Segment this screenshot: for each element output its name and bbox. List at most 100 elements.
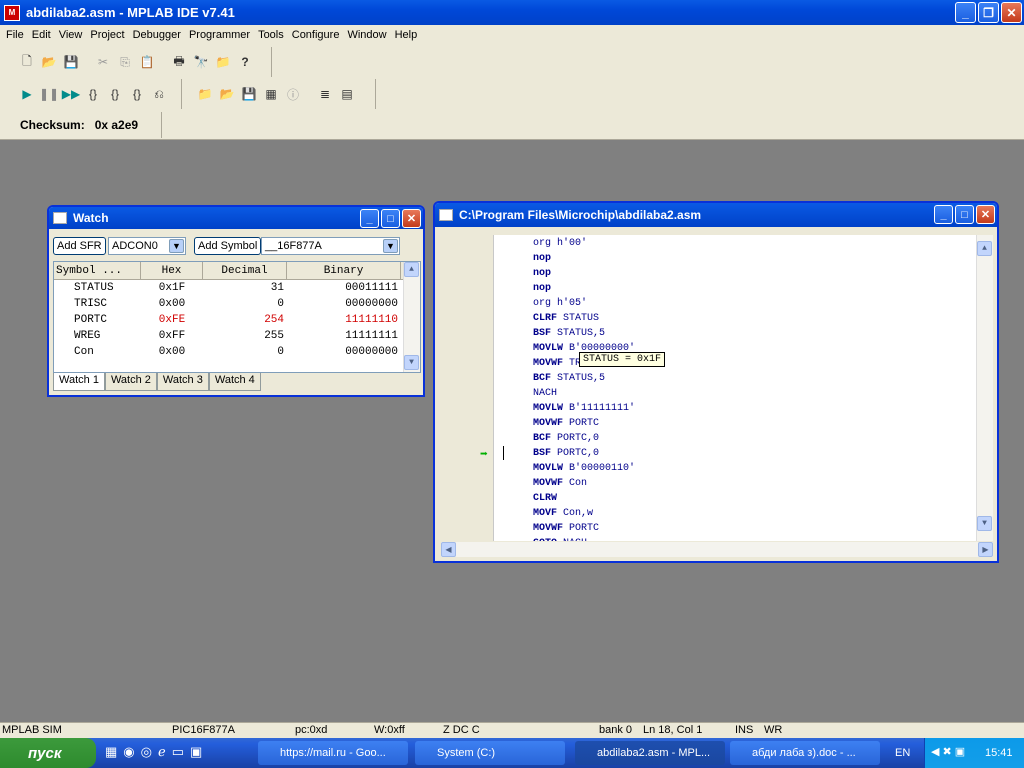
menu-debugger[interactable]: Debugger (129, 29, 185, 41)
start-button[interactable]: пуск (0, 738, 96, 768)
show-desktop-icon[interactable]: ▦ (105, 744, 117, 760)
save-project-icon[interactable]: 💾 (240, 85, 258, 103)
scroll-track[interactable] (977, 256, 993, 516)
code-line[interactable]: org h'00' (533, 236, 587, 251)
code-line[interactable]: MOVWF PORTC (533, 416, 599, 431)
close-button[interactable]: ✕ (1001, 2, 1022, 23)
step-out-icon[interactable]: {} (128, 85, 146, 103)
col-decimal[interactable]: Decimal (203, 262, 287, 279)
add-sfr-button[interactable]: Add SFR (53, 237, 106, 255)
editor-maximize-button[interactable]: □ (955, 205, 974, 224)
app-icon[interactable]: ▣ (190, 744, 202, 760)
media-player-icon[interactable]: ◎ (141, 744, 152, 760)
scroll-down-icon[interactable]: ▼ (404, 355, 419, 370)
cut-icon[interactable]: ✂ (94, 53, 112, 71)
open-file-icon[interactable]: 📂 (40, 53, 58, 71)
code-line[interactable]: org h'05' (533, 296, 587, 311)
add-symbol-button[interactable]: Add Symbol (194, 237, 262, 255)
code-line[interactable]: BSF STATUS,5 (533, 326, 605, 341)
open-project-icon[interactable]: 📂 (218, 85, 236, 103)
minimize-button[interactable]: _ (955, 2, 976, 23)
code-line[interactable]: BCF PORTC,0 (533, 431, 599, 446)
watch-minimize-button[interactable]: _ (360, 209, 379, 228)
menu-project[interactable]: Project (86, 29, 128, 41)
code-line[interactable]: CLRW (533, 491, 563, 506)
table-row[interactable]: WREG 0xFF 255 11111111 (54, 328, 420, 344)
new-file-icon[interactable]: 🗋 (18, 53, 36, 71)
menu-file[interactable]: File (2, 29, 28, 41)
run-icon[interactable]: ▶ (18, 85, 36, 103)
code-line[interactable]: BSF PORTC,0 (533, 446, 599, 461)
code-line[interactable]: BCF STATUS,5 (533, 371, 605, 386)
tab-watch-2[interactable]: Watch 2 (104, 373, 157, 391)
code-line[interactable]: nop (533, 266, 557, 281)
table-row[interactable]: STATUS 0x1F 31 00011111 (54, 280, 420, 296)
sfr-select[interactable]: ADCON0 ▼ (108, 237, 186, 255)
task-explorer[interactable]: System (C:) (415, 741, 565, 765)
build-icon[interactable]: ▦ (262, 85, 280, 103)
tab-watch-1[interactable]: Watch 1 (53, 373, 105, 391)
find-in-files-icon[interactable]: 📁 (214, 53, 232, 71)
code-line[interactable]: MOVLW B'00000110' (533, 461, 635, 476)
task-word[interactable]: абди лаба з).doc - ... (730, 741, 880, 765)
watch-close-button[interactable]: ✕ (402, 209, 421, 228)
menu-help[interactable]: Help (391, 29, 422, 41)
scroll-track[interactable] (404, 277, 420, 355)
reset-icon[interactable]: ⎌ (150, 85, 168, 103)
ie-icon[interactable]: ℯ (158, 744, 166, 760)
scroll-up-icon[interactable]: ▲ (404, 262, 419, 277)
find-icon[interactable]: 🔭 (192, 53, 210, 71)
scroll-left-icon[interactable]: ◀ (441, 542, 456, 557)
code-line[interactable]: nop (533, 251, 557, 266)
info-icon[interactable]: ⓘ (284, 85, 302, 103)
menu-edit[interactable]: Edit (28, 29, 55, 41)
col-symbol[interactable]: Symbol ... (54, 262, 141, 279)
copy-icon[interactable]: ⎘ (116, 53, 134, 71)
menu-window[interactable]: Window (343, 29, 390, 41)
code-line[interactable]: NACH (533, 386, 563, 401)
scroll-down-icon[interactable]: ▼ (977, 516, 992, 531)
save-icon[interactable]: 💾 (62, 53, 80, 71)
menu-tools[interactable]: Tools (254, 29, 288, 41)
editor-vscroll[interactable]: ▲ ▼ (976, 235, 993, 541)
step-over-icon[interactable]: {} (106, 85, 124, 103)
code-line[interactable]: MOVWF PORTC (533, 521, 599, 536)
step-into-icon[interactable]: {} (84, 85, 102, 103)
code-line[interactable]: MOVF Con,w (533, 506, 593, 521)
watch-maximize-button[interactable]: □ (381, 209, 400, 228)
build-all-icon[interactable]: ▤ (338, 85, 356, 103)
task-chrome[interactable]: https://mail.ru - Goo... (258, 741, 408, 765)
make-icon[interactable]: ≣ (316, 85, 334, 103)
menu-programmer[interactable]: Programmer (185, 29, 254, 41)
scroll-up-icon[interactable]: ▲ (977, 241, 992, 256)
language-indicator[interactable]: EN (895, 747, 910, 759)
editor-close-button[interactable]: ✕ (976, 205, 995, 224)
scroll-right-icon[interactable]: ▶ (978, 542, 993, 557)
col-hex[interactable]: Hex (141, 262, 203, 279)
print-icon[interactable]: 🖶 (170, 53, 188, 71)
help-icon[interactable]: ? (236, 53, 254, 71)
table-row[interactable]: PORTC 0xFE 254 11111110 (54, 312, 420, 328)
editor-gutter[interactable] (441, 235, 494, 541)
menu-configure[interactable]: Configure (288, 29, 344, 41)
code-editor[interactable]: org h'00' nop nop nop org h'05' CLRF STATU… (441, 235, 993, 541)
col-binary[interactable]: Binary (287, 262, 401, 279)
animate-icon[interactable]: ▶▶ (62, 85, 80, 103)
editor-minimize-button[interactable]: _ (934, 205, 953, 224)
menu-view[interactable]: View (55, 29, 87, 41)
code-line[interactable]: nop (533, 281, 557, 296)
editor-hscroll[interactable]: ◀ ▶ (441, 542, 993, 557)
cmd-icon[interactable]: ▭ (172, 744, 184, 760)
halt-icon[interactable]: ❚❚ (39, 85, 59, 103)
code-line[interactable]: MOVWF Con (533, 476, 587, 491)
task-mplab[interactable]: abdilaba2.asm - MPL... (575, 741, 725, 765)
table-row[interactable]: Con 0x00 0 00000000 (54, 344, 420, 360)
tab-watch-4[interactable]: Watch 4 (208, 373, 261, 391)
restore-button[interactable]: ❐ (978, 2, 999, 23)
new-project-icon[interactable]: 📁 (196, 85, 214, 103)
paste-icon[interactable]: 📋 (138, 53, 156, 71)
symbol-select[interactable]: __16F877A ▼ (261, 237, 400, 255)
table-row[interactable]: TRISC 0x00 0 00000000 (54, 296, 420, 312)
code-line[interactable]: CLRF STATUS (533, 311, 599, 326)
chrome-icon[interactable]: ◉ (123, 744, 134, 760)
